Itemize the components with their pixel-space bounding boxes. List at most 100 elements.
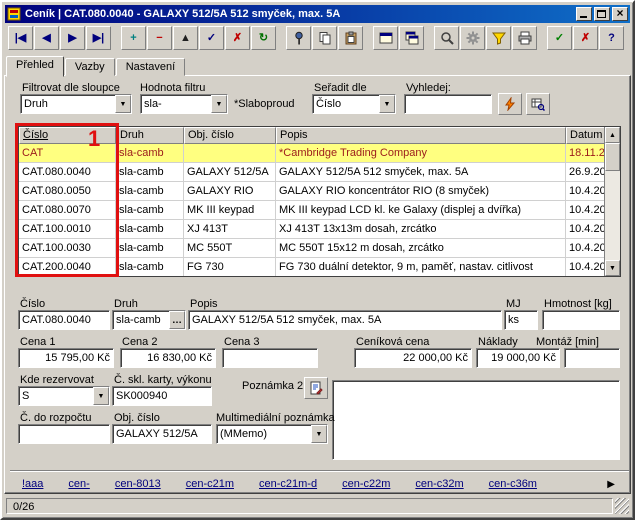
skl-karta-field[interactable]: SK000940 — [112, 386, 212, 406]
paste-window-button[interactable] — [399, 26, 424, 50]
insert-record-button[interactable]: + — [121, 26, 146, 50]
ellipsis-icon[interactable]: … — [169, 311, 185, 329]
post-record-button[interactable]: ✓ — [199, 26, 224, 50]
minimize-button[interactable] — [576, 7, 592, 21]
settings-button[interactable] — [460, 26, 485, 50]
poznamka2-button[interactable] — [304, 377, 328, 399]
tab-vazby[interactable]: Vazby — [65, 58, 115, 76]
column-header-popis[interactable]: Popis — [276, 127, 566, 144]
cena1-field[interactable]: 15 795,00 Kč — [18, 348, 114, 368]
close-cancel-button[interactable]: ✗ — [573, 26, 598, 50]
rozpocet-field[interactable] — [18, 424, 110, 444]
filter-button[interactable] — [486, 26, 511, 50]
print-button[interactable] — [512, 26, 537, 50]
table-cell: 10.4.20 — [566, 182, 604, 200]
chevron-down-icon[interactable]: ▼ — [211, 95, 227, 113]
kde-rezervovat-combo[interactable]: S ▼ — [18, 386, 110, 406]
poznamka2-label: Poznámka 2 — [242, 380, 303, 392]
popis-field[interactable]: GALAXY 512/5A 512 smyček, max. 5A — [188, 310, 502, 330]
cena2-field[interactable]: 16 830,00 Kč — [120, 348, 216, 368]
help-button[interactable]: ? — [599, 26, 624, 50]
chevron-down-icon[interactable]: ▼ — [379, 95, 395, 113]
refresh-button[interactable]: ↻ — [251, 26, 276, 50]
cenikova-cena-field[interactable]: 22 000,00 Kč — [354, 348, 472, 368]
maximize-button[interactable] — [594, 7, 610, 21]
filter-column-select[interactable]: Druh ▼ — [20, 94, 132, 114]
vertical-scrollbar[interactable]: ▲ ▼ — [604, 127, 620, 276]
mj-field[interactable]: ks — [504, 310, 538, 330]
sort-select[interactable]: Číslo ▼ — [312, 94, 396, 114]
column-header-datum[interactable]: Datum — [566, 127, 604, 144]
obj-cislo-field[interactable]: GALAXY 512/5A — [112, 424, 212, 444]
nav-last-button[interactable]: ▶| — [86, 26, 111, 50]
record-link[interactable]: cen-c21m — [186, 478, 234, 490]
minimize-icon — [580, 16, 587, 18]
table-row[interactable]: CAT.080.0070sla-cambMK III keypadMK III … — [19, 201, 604, 220]
nav-next-button[interactable]: ▶ — [60, 26, 85, 50]
scrollbar-thumb[interactable] — [605, 143, 620, 171]
poznamka2-memo[interactable] — [332, 380, 620, 460]
table-row[interactable]: CAT.080.0040sla-cambGALAXY 512/5AGALAXY … — [19, 163, 604, 182]
scroll-up-icon[interactable]: ▲ — [605, 127, 620, 143]
table-cell: sla-camb — [116, 220, 184, 238]
tab-prehled[interactable]: Přehled — [6, 56, 64, 77]
ok-button[interactable]: ✓ — [547, 26, 572, 50]
mmemo-combo[interactable]: (MMemo) ▼ — [216, 424, 328, 444]
close-button[interactable]: × — [612, 7, 628, 21]
record-link[interactable]: cen-c32m — [415, 478, 463, 490]
search-input[interactable] — [404, 94, 492, 114]
cancel-record-button[interactable]: ✗ — [225, 26, 250, 50]
copy-window-button[interactable] — [373, 26, 398, 50]
table-cell: 10.4.20 — [566, 220, 604, 238]
column-header-druh[interactable]: Druh — [116, 127, 184, 144]
paste-button[interactable] — [338, 26, 363, 50]
column-header-obj-cislo[interactable]: Obj. číslo — [184, 127, 276, 144]
quick-search-button[interactable] — [498, 93, 522, 115]
scroll-down-icon[interactable]: ▼ — [605, 260, 620, 276]
record-link[interactable]: cen-c36m — [489, 478, 537, 490]
record-link[interactable]: cen-8013 — [115, 478, 161, 490]
filter-value-select[interactable]: sla- ▼ — [140, 94, 228, 114]
resize-grip[interactable] — [615, 498, 629, 514]
app-icon — [7, 7, 21, 21]
browse-list-button[interactable] — [526, 93, 550, 115]
column-header-cislo[interactable]: Číslo — [19, 127, 116, 144]
tab-nastaveni[interactable]: Nastavení — [116, 58, 186, 76]
nav-prev-button[interactable]: ◀ — [34, 26, 59, 50]
search-button[interactable] — [434, 26, 459, 50]
chevron-down-icon[interactable]: ▼ — [311, 425, 327, 443]
copy-button[interactable] — [312, 26, 337, 50]
pin-icon — [292, 31, 306, 45]
record-link[interactable]: !aaa — [22, 478, 43, 490]
record-link[interactable]: cen- — [68, 478, 89, 490]
cancel-record-icon: ✗ — [233, 33, 242, 44]
table-row[interactable]: CAT.100.0010sla-cambXJ 413TXJ 413T 13x13… — [19, 220, 604, 239]
cena3-field[interactable] — [222, 348, 318, 368]
chevron-down-icon[interactable]: ▼ — [115, 95, 131, 113]
table-row[interactable]: CAT.080.0050sla-cambGALAXY RIOGALAXY RIO… — [19, 182, 604, 201]
pin-button[interactable] — [286, 26, 311, 50]
delete-record-button[interactable]: − — [147, 26, 172, 50]
title-bar[interactable]: Ceník | CAT.080.0040 - GALAXY 512/5A 512… — [5, 5, 630, 23]
edit-record-button[interactable]: ▲ — [173, 26, 198, 50]
nav-first-button[interactable]: |◀ — [8, 26, 33, 50]
cena3-label: Cena 3 — [224, 336, 259, 348]
search-label: Vyhledej: — [406, 82, 451, 94]
table-row[interactable]: CAT.200.0040sla-cambFG 730FG 730 duální … — [19, 258, 604, 276]
toolbar-separator — [277, 26, 286, 50]
cenikova-cena-label: Ceníková cena — [356, 336, 429, 348]
record-link[interactable]: cen-c22m — [342, 478, 390, 490]
naklady-field[interactable]: 19 000,00 Kč — [476, 348, 560, 368]
hmotnost-field[interactable] — [542, 310, 620, 330]
table-cell: 10.4.20 — [566, 201, 604, 219]
druh-combo[interactable]: sla-camb … — [112, 310, 186, 330]
cislo-field[interactable]: CAT.080.0040 — [18, 310, 110, 330]
table-row[interactable]: CATsla-camb*Cambridge Trading Company18.… — [19, 144, 604, 163]
table-cell: 26.9.20 — [566, 163, 604, 181]
table-row[interactable]: CAT.100.0030sla-cambMC 550TMC 550T 15x12… — [19, 239, 604, 258]
chevron-down-icon[interactable]: ▼ — [93, 387, 109, 405]
links-next-icon[interactable]: ▶ — [607, 479, 615, 490]
record-link[interactable]: cen-c21m-d — [259, 478, 317, 490]
druh-label: Druh — [114, 298, 138, 310]
montaz-field[interactable] — [564, 348, 620, 368]
